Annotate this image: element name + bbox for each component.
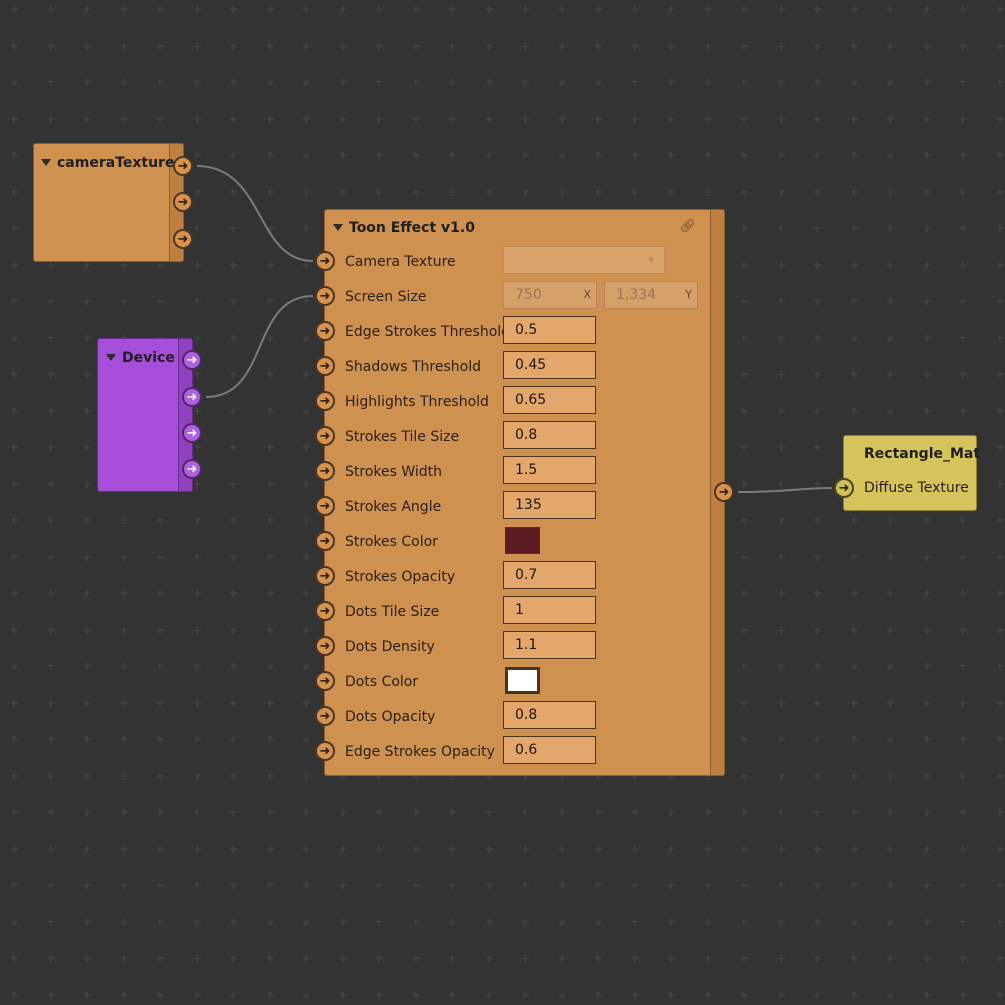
input-port-edge-strokes-threshold[interactable]: ➜ [315, 321, 335, 341]
arrow-right-icon: ➜ [319, 253, 331, 269]
dots-color-label: Dots Color [345, 674, 419, 690]
strokes-width-label: Strokes Width [345, 464, 443, 480]
chevron-down-icon: ▾ [648, 253, 654, 266]
collapse-triangle-icon[interactable] [333, 224, 343, 231]
dots-color-swatch[interactable] [505, 667, 540, 694]
dots-tile-size-input[interactable]: 1 [503, 596, 596, 624]
arrow-right-icon: ➜ [319, 358, 331, 374]
strokes-opacity-input[interactable]: 0.7 [503, 561, 596, 589]
arrow-right-icon: ➜ [177, 231, 189, 247]
y-axis-label: Y [685, 288, 692, 301]
camera-texture-label: Camera Texture [345, 254, 456, 270]
device-output-port-4[interactable]: ➜ [182, 459, 202, 479]
toon-effect-node[interactable]: Toon Effect v1.0 🔗︎ Camera Texture ▾ Scr… [324, 209, 725, 776]
arrow-right-icon: ➜ [319, 393, 331, 409]
arrow-right-icon: ➜ [319, 428, 331, 444]
arrow-right-icon: ➜ [319, 708, 331, 724]
input-port-camera-texture[interactable]: ➜ [315, 251, 335, 271]
highlights-threshold-label: Highlights Threshold [345, 394, 489, 410]
input-port-dots-opacity[interactable]: ➜ [315, 706, 335, 726]
camera-output-port-3[interactable]: ➜ [173, 229, 193, 249]
arrow-right-icon: ➜ [319, 673, 331, 689]
device-output-port-2[interactable]: ➜ [182, 387, 202, 407]
arrow-right-icon: ➜ [319, 323, 331, 339]
input-port-diffuse-texture[interactable]: ➜ [834, 478, 854, 498]
arrow-right-icon: ➜ [319, 603, 331, 619]
input-port-strokes-color[interactable]: ➜ [315, 531, 335, 551]
screen-size-x-field[interactable]: 750 X [503, 281, 597, 309]
toon-node-title[interactable]: Toon Effect v1.0 [333, 220, 475, 236]
dots-density-input[interactable]: 1.1 [503, 631, 596, 659]
arrow-right-icon: ➜ [186, 352, 198, 368]
input-port-edge-strokes-opacity[interactable]: ➜ [315, 741, 335, 761]
edge-strokes-threshold-label: Edge Strokes Threshold [345, 324, 511, 340]
input-port-highlights-threshold[interactable]: ➜ [315, 391, 335, 411]
device-node-title[interactable]: Device [106, 350, 175, 366]
device-output-port-3[interactable]: ➜ [182, 423, 202, 443]
input-port-strokes-angle[interactable]: ➜ [315, 496, 335, 516]
arrow-right-icon: ➜ [177, 194, 189, 210]
shadows-threshold-input[interactable]: 0.45 [503, 351, 596, 379]
diffuse-texture-label: Diffuse Texture [864, 480, 969, 496]
edge-strokes-opacity-input[interactable]: 0.6 [503, 736, 596, 764]
arrow-right-icon: ➜ [838, 480, 850, 496]
rectangle-mat-node[interactable]: Rectangle_Mat Diffuse Texture [843, 435, 980, 511]
camera-output-port-2[interactable]: ➜ [173, 192, 193, 212]
camera-texture-dropdown[interactable]: ▾ [503, 246, 665, 274]
strokes-tile-size-input[interactable]: 0.8 [503, 421, 596, 449]
arrow-right-icon: ➜ [319, 568, 331, 584]
screen-size-label: Screen Size [345, 289, 427, 305]
arrow-right-icon: ➜ [186, 425, 198, 441]
input-port-strokes-tile-size[interactable]: ➜ [315, 426, 335, 446]
arrow-right-icon: ➜ [186, 461, 198, 477]
camera-node-title[interactable]: cameraTexture [41, 155, 174, 171]
camera-texture-node[interactable]: cameraTexture [33, 143, 184, 262]
material-node-title[interactable]: Rectangle_Mat [864, 446, 980, 462]
arrow-right-icon: ➜ [319, 743, 331, 759]
arrow-right-icon: ➜ [319, 498, 331, 514]
dots-density-label: Dots Density [345, 639, 435, 655]
input-port-dots-tile-size[interactable]: ➜ [315, 601, 335, 621]
device-output-port-1[interactable]: ➜ [182, 350, 202, 370]
collapse-triangle-icon[interactable] [106, 354, 116, 361]
arrow-right-icon: ➜ [319, 638, 331, 654]
input-port-dots-density[interactable]: ➜ [315, 636, 335, 656]
screen-size-y-field[interactable]: 1,334 Y [604, 281, 698, 309]
toon-output-port[interactable]: ➜ [714, 482, 734, 502]
link-icon[interactable]: 🔗︎ [679, 219, 696, 234]
input-port-shadows-threshold[interactable]: ➜ [315, 356, 335, 376]
highlights-threshold-input[interactable]: 0.65 [503, 386, 596, 414]
strokes-angle-label: Strokes Angle [345, 499, 442, 515]
strokes-tile-size-label: Strokes Tile Size [345, 429, 460, 445]
input-port-strokes-width[interactable]: ➜ [315, 461, 335, 481]
camera-output-port-1[interactable]: ➜ [173, 156, 193, 176]
edge-strokes-opacity-label: Edge Strokes Opacity [345, 744, 495, 760]
arrow-right-icon: ➜ [177, 158, 189, 174]
arrow-right-icon: ➜ [718, 484, 730, 500]
arrow-right-icon: ➜ [186, 389, 198, 405]
input-port-dots-color[interactable]: ➜ [315, 671, 335, 691]
strokes-opacity-label: Strokes Opacity [345, 569, 456, 585]
device-node[interactable]: Device [97, 338, 193, 492]
arrow-right-icon: ➜ [319, 533, 331, 549]
dots-opacity-label: Dots Opacity [345, 709, 436, 725]
collapse-triangle-icon[interactable] [41, 159, 51, 166]
strokes-color-swatch[interactable] [505, 527, 540, 554]
shadows-threshold-label: Shadows Threshold [345, 359, 481, 375]
edge-strokes-threshold-input[interactable]: 0.5 [503, 316, 596, 344]
x-axis-label: X [583, 288, 591, 301]
input-port-strokes-opacity[interactable]: ➜ [315, 566, 335, 586]
strokes-color-label: Strokes Color [345, 534, 438, 550]
input-port-screen-size[interactable]: ➜ [315, 286, 335, 306]
arrow-right-icon: ➜ [319, 288, 331, 304]
dots-opacity-input[interactable]: 0.8 [503, 701, 596, 729]
dots-tile-size-label: Dots Tile Size [345, 604, 440, 620]
arrow-right-icon: ➜ [319, 463, 331, 479]
strokes-angle-input[interactable]: 135 [503, 491, 596, 519]
dots-color-fill [508, 670, 537, 691]
strokes-width-input[interactable]: 1.5 [503, 456, 596, 484]
